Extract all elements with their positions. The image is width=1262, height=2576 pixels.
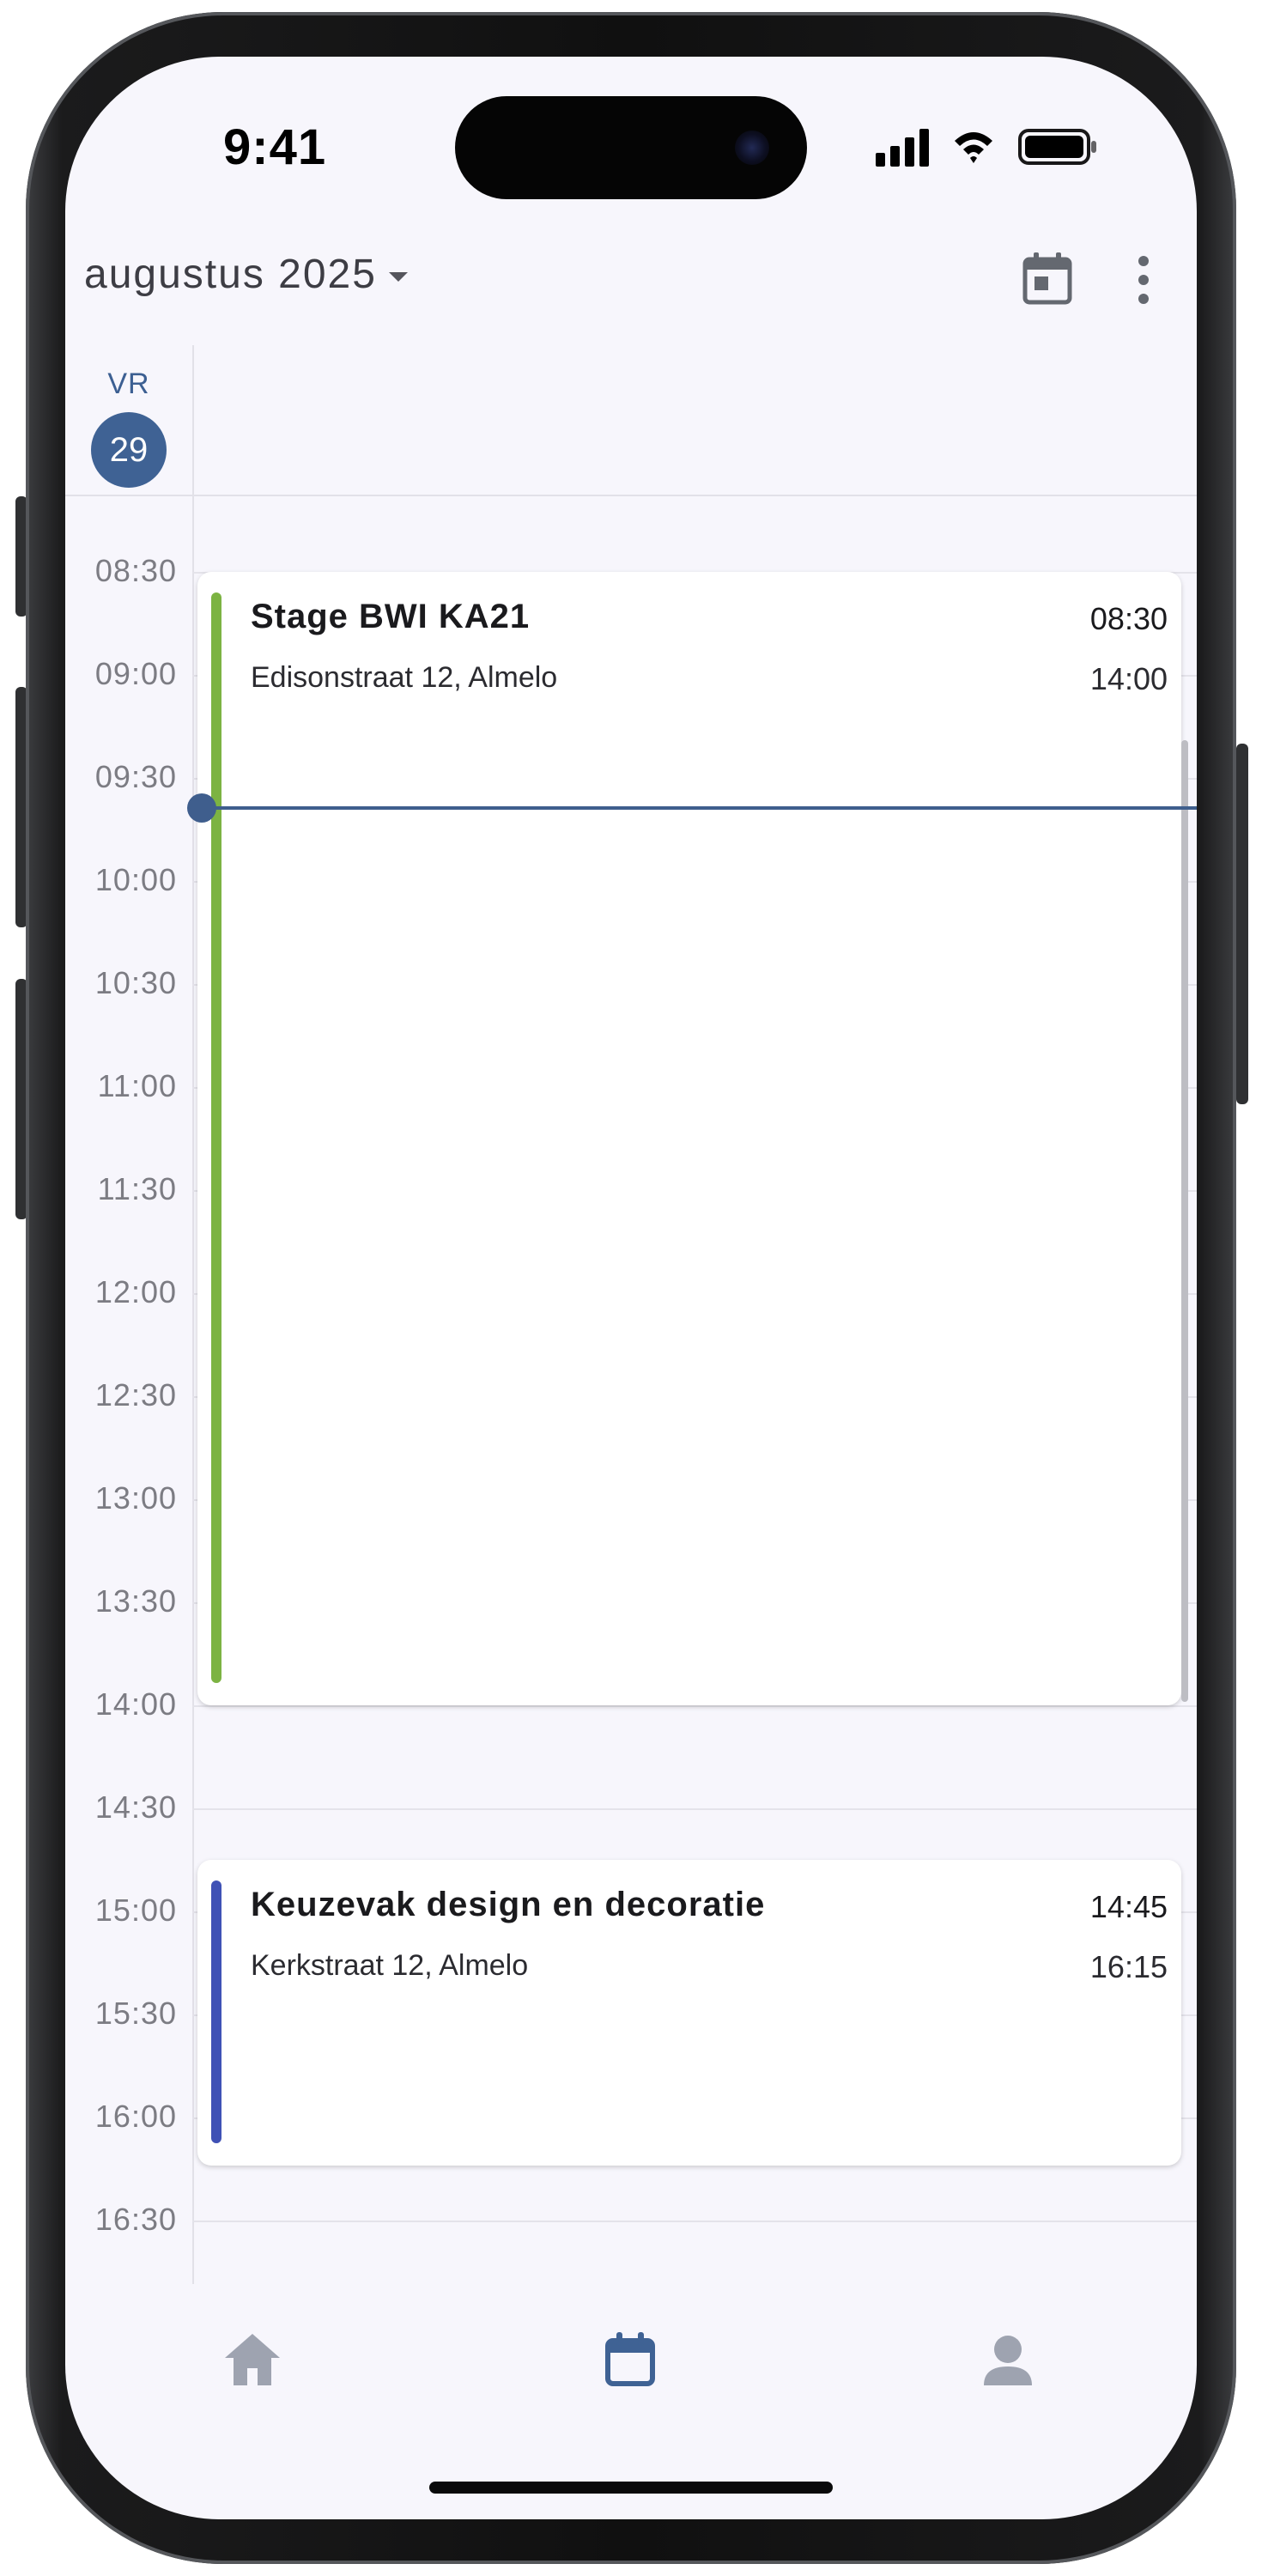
dynamic-island: [455, 96, 807, 199]
status-icons: [876, 125, 1099, 168]
nav-profile[interactable]: [974, 2325, 1042, 2394]
weekday-label: VR: [107, 368, 150, 400]
event-color-bar: [211, 1880, 221, 2143]
time-label: 14:30: [94, 1789, 177, 1825]
nav-home[interactable]: [218, 2325, 287, 2394]
grid-line: [192, 2221, 1197, 2222]
event-end-time: 14:00: [1089, 661, 1168, 696]
time-label: 13:30: [94, 1583, 177, 1619]
grid-line: [192, 1808, 1197, 1810]
time-label: 16:30: [94, 2202, 177, 2237]
time-label: 09:30: [94, 759, 177, 794]
calendar-icon: [605, 2332, 655, 2386]
event-start-time: 08:30: [1089, 601, 1168, 636]
time-label: 09:00: [94, 656, 177, 691]
time-label: 13:00: [94, 1480, 177, 1516]
nav-calendar[interactable]: [596, 2325, 664, 2394]
caret-down-icon: [388, 271, 408, 282]
time-column-divider: [192, 345, 194, 2284]
event-location: Kerkstraat 12, Almelo: [251, 1949, 529, 1982]
event-card[interactable]: Stage BWI KA21 Edisonstraat 12, Almelo 0…: [197, 572, 1181, 1705]
status-time: 9:41: [223, 119, 327, 175]
time-label: 12:00: [94, 1274, 177, 1309]
power-button: [1236, 744, 1248, 1104]
time-label: 15:30: [94, 1996, 177, 2031]
time-label: 10:00: [94, 862, 177, 897]
event-location: Edisonstraat 12, Almelo: [251, 661, 558, 694]
event-card[interactable]: Keuzevak design en decoratie Kerkstraat …: [197, 1860, 1181, 2166]
event-title: Keuzevak design en decoratie: [251, 1886, 766, 1923]
current-time-dot: [187, 793, 216, 823]
time-label: 15:00: [94, 1893, 177, 1928]
person-icon: [984, 2336, 1032, 2385]
month-label: augustus 2025: [84, 252, 377, 297]
event-start-time: 14:45: [1089, 1889, 1168, 1924]
time-label: 14:00: [94, 1686, 177, 1722]
time-label: 16:00: [94, 2099, 177, 2134]
scrollbar[interactable]: [1181, 740, 1188, 1702]
more-vert-icon[interactable]: [1133, 254, 1154, 306]
month-selector[interactable]: augustus 2025: [84, 251, 408, 298]
front-camera: [735, 131, 769, 165]
day-header-divider: [65, 495, 1197, 496]
signal-icon: [876, 129, 929, 167]
current-time-line: [201, 806, 1197, 810]
home-indicator[interactable]: [429, 2482, 833, 2494]
time-label: 08:30: [94, 553, 177, 588]
grid-line: [192, 1705, 1197, 1707]
wifi-icon: [955, 132, 992, 163]
event-title: Stage BWI KA21: [251, 598, 531, 635]
time-label: 10:30: [94, 965, 177, 1000]
time-label: 12:30: [94, 1377, 177, 1413]
event-end-time: 16:15: [1089, 1949, 1168, 1984]
battery-icon: [1018, 129, 1096, 165]
time-label: 11:00: [97, 1068, 177, 1103]
calendar-today-icon[interactable]: [1022, 251, 1073, 306]
date-badge[interactable]: 29: [91, 412, 167, 488]
event-color-bar: [211, 592, 221, 1683]
home-icon: [225, 2334, 280, 2385]
time-label: 11:30: [97, 1171, 177, 1206]
